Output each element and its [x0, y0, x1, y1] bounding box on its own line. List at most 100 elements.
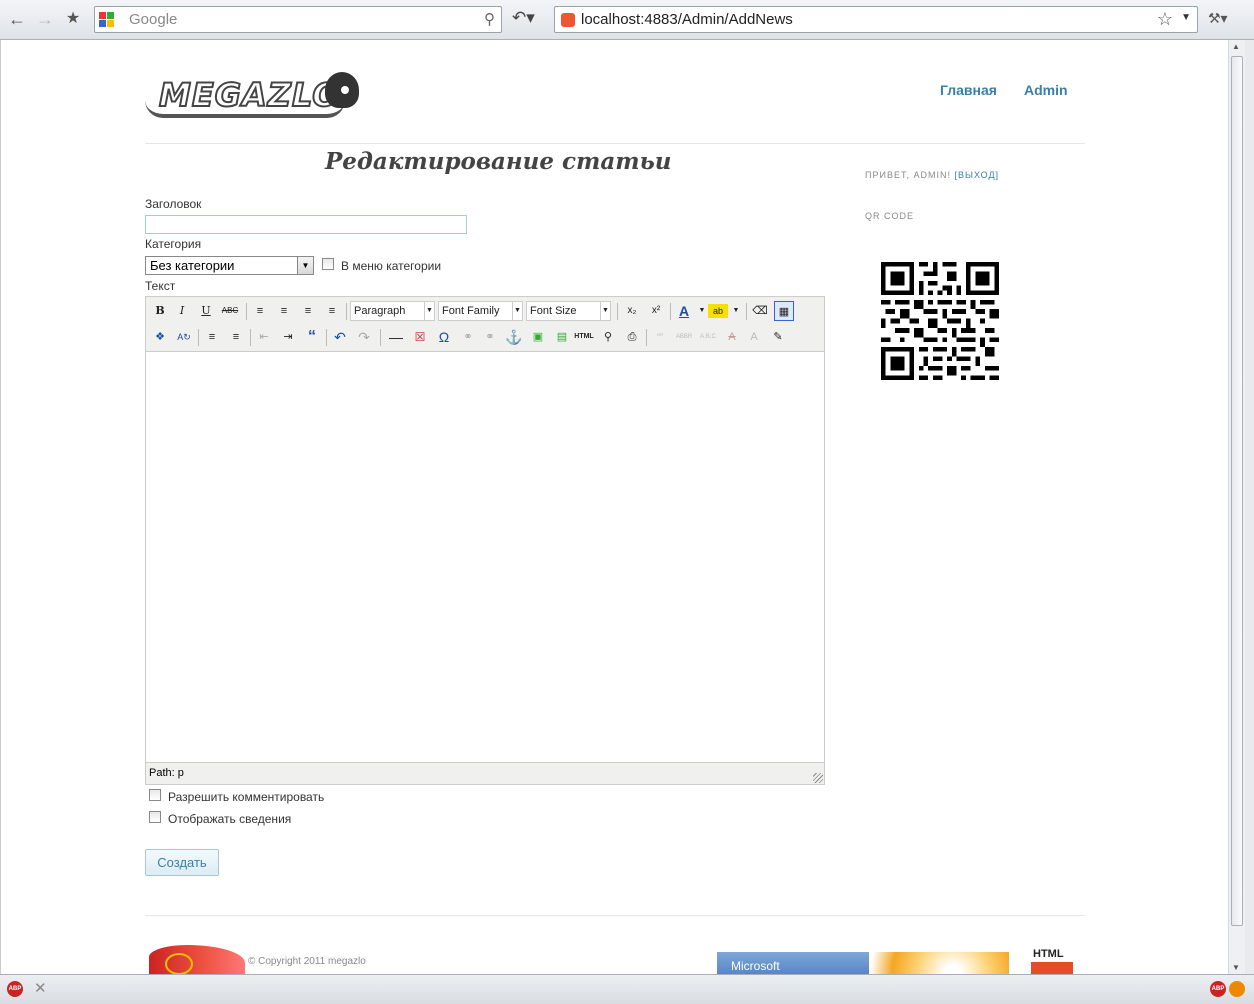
address-bar[interactable]: localhost:4883/Admin/AddNews ☆ ▼	[554, 6, 1198, 33]
allow-comments-label: Разрешить комментировать	[168, 790, 325, 804]
text-label: Текст	[145, 279, 176, 293]
abbr-icon[interactable]: ABBR	[674, 327, 694, 347]
print-icon[interactable]: ⎙	[622, 327, 642, 347]
cleanup-icon[interactable]: ☒	[410, 327, 430, 347]
site-logo[interactable]: MEGAZLO	[145, 68, 363, 120]
extension-icon[interactable]	[1229, 981, 1245, 997]
copyright-text: © Copyright 2011 megazlo	[248, 956, 366, 967]
editor-toolbar-row-2: ❖ A↻ ≡ ≡ ⇤ ⇥ “ ↶ ↷ — ☒ Ω ⚭ ⚭ ⚓ ▣ ▤ HTML …	[150, 327, 820, 349]
title-label: Заголовок	[145, 197, 202, 211]
chevron-down-icon[interactable]: ▼	[1181, 12, 1191, 23]
chevron-down-icon: ▼	[424, 302, 434, 320]
create-button[interactable]: Создать	[145, 849, 219, 876]
vertical-scrollbar[interactable]: ▲ ▼	[1228, 40, 1245, 974]
nav-link-home[interactable]: Главная	[940, 82, 997, 98]
menu-category-checkbox[interactable]	[322, 258, 334, 270]
media-icon[interactable]: ▤	[552, 327, 572, 347]
outdent-icon[interactable]: ⇤	[254, 327, 274, 347]
preview-icon[interactable]: ⚲	[598, 327, 618, 347]
editor-content-area[interactable]	[146, 351, 824, 763]
address-url: localhost:4883/Admin/AddNews	[581, 11, 793, 28]
adblock-icon[interactable]: ABP	[1210, 981, 1226, 997]
image-icon[interactable]: ▣	[528, 327, 548, 347]
font-family-select[interactable]: Font Family ▼	[438, 301, 523, 321]
link-icon[interactable]: ⚭	[458, 327, 478, 347]
close-icon[interactable]: ✕	[34, 979, 47, 997]
eraser-icon[interactable]: ⌫	[750, 301, 770, 321]
scroll-down-icon[interactable]: ▼	[1232, 963, 1240, 972]
browser-search-box[interactable]: Google ⚲	[94, 6, 502, 33]
category-label: Категория	[145, 237, 202, 251]
window-frame-right	[1245, 40, 1254, 974]
editor-path: Path: p	[149, 767, 184, 779]
format-select[interactable]: Paragraph ▼	[350, 301, 435, 321]
anchor-icon[interactable]: ⚓	[504, 327, 524, 347]
undo-close-tab-icon[interactable]: ↶▾	[512, 8, 535, 28]
bullet-list-icon[interactable]: ≡	[202, 327, 222, 347]
indent-icon[interactable]: ⇥	[278, 327, 298, 347]
tools-menu-icon[interactable]: ⚒▾	[1208, 10, 1228, 27]
nav-link-admin[interactable]: Admin	[1024, 82, 1068, 98]
menu-category-label: В меню категории	[341, 259, 442, 273]
italic-icon[interactable]: I	[172, 301, 192, 321]
html5-badge[interactable]: HTML	[1029, 948, 1075, 974]
search-icon[interactable]: ⚲	[484, 10, 495, 28]
bookmark-icon[interactable]: ☆	[1157, 9, 1173, 30]
chevron-down-icon: ▼	[600, 302, 610, 320]
rich-text-editor: B I U ABC ≡ ≡ ≡ ≡ Paragraph ▼ Font Family…	[145, 296, 825, 785]
title-input[interactable]	[145, 215, 467, 234]
attributes-icon[interactable]: ✎	[768, 327, 788, 347]
back-icon[interactable]: ←	[6, 8, 28, 30]
category-select[interactable]: Без категории ▼	[145, 256, 314, 275]
scroll-up-icon[interactable]: ▲	[1232, 42, 1240, 51]
superscript-icon[interactable]: x²	[646, 301, 666, 321]
footer-divider	[145, 915, 1085, 916]
html-source-icon[interactable]: HTML	[574, 327, 594, 347]
page-title: Редактирование статьи	[325, 148, 672, 175]
microsoft-badge[interactable]: Microsoft	[717, 952, 869, 974]
favicon-icon	[561, 13, 575, 27]
unlink-icon[interactable]: ⚭	[480, 327, 500, 347]
show-info-label: Отображать сведения	[168, 812, 292, 826]
forward-icon[interactable]: →	[34, 8, 56, 30]
subscript-icon[interactable]: x₂	[622, 301, 642, 321]
undo-icon[interactable]: ↶	[330, 327, 350, 347]
category-selected: Без категории	[150, 258, 235, 273]
sun-badge-image[interactable]	[869, 952, 1009, 974]
find-icon[interactable]: ❖	[150, 327, 170, 347]
replace-icon[interactable]: A↻	[174, 327, 194, 347]
acronym-icon[interactable]: A.B.C	[698, 327, 718, 347]
browser-toolbar: ← → ★ Google ⚲ ↶▾ localhost:4883/Admin/A…	[0, 0, 1254, 40]
table-icon[interactable]: ▦	[774, 301, 794, 321]
numbered-list-icon[interactable]: ≡	[226, 327, 246, 347]
special-char-icon[interactable]: Ω	[434, 327, 454, 347]
cite-icon[interactable]: “”	[650, 327, 670, 347]
header-divider	[145, 143, 1085, 144]
text-color-icon[interactable]: A	[674, 301, 694, 321]
horizontal-rule-icon[interactable]: —	[386, 327, 406, 347]
strikethrough-icon[interactable]: ABC	[220, 301, 240, 321]
allow-comments-checkbox[interactable]	[149, 789, 161, 801]
logout-link[interactable]: [Выход]	[954, 170, 999, 180]
scroll-thumb[interactable]	[1231, 56, 1243, 926]
adblock-icon[interactable]: ABP	[7, 981, 23, 997]
resize-handle-icon[interactable]	[813, 773, 823, 783]
insert-text-icon[interactable]: A	[744, 327, 764, 347]
chevron-down-icon[interactable]: ▼	[297, 257, 313, 274]
underline-icon[interactable]: U	[196, 301, 216, 321]
align-right-icon[interactable]: ≡	[298, 301, 318, 321]
delete-text-icon[interactable]: A	[722, 327, 742, 347]
align-justify-icon[interactable]: ≡	[322, 301, 342, 321]
highlight-color-icon[interactable]: ab	[708, 304, 728, 318]
show-info-checkbox[interactable]	[149, 811, 161, 823]
chevron-down-icon[interactable]: ▼	[726, 301, 746, 321]
logo-text: MEGAZLO	[158, 75, 341, 115]
user-greeting: Привет, admin! [Выход]	[865, 170, 1000, 180]
font-size-select[interactable]: Font Size ▼	[526, 301, 611, 321]
align-left-icon[interactable]: ≡	[250, 301, 270, 321]
bold-icon[interactable]: B	[150, 301, 170, 321]
blockquote-icon[interactable]: “	[302, 327, 322, 347]
redo-icon[interactable]: ↷	[354, 327, 374, 347]
align-center-icon[interactable]: ≡	[274, 301, 294, 321]
bookmark-star-icon[interactable]: ★	[62, 8, 84, 30]
